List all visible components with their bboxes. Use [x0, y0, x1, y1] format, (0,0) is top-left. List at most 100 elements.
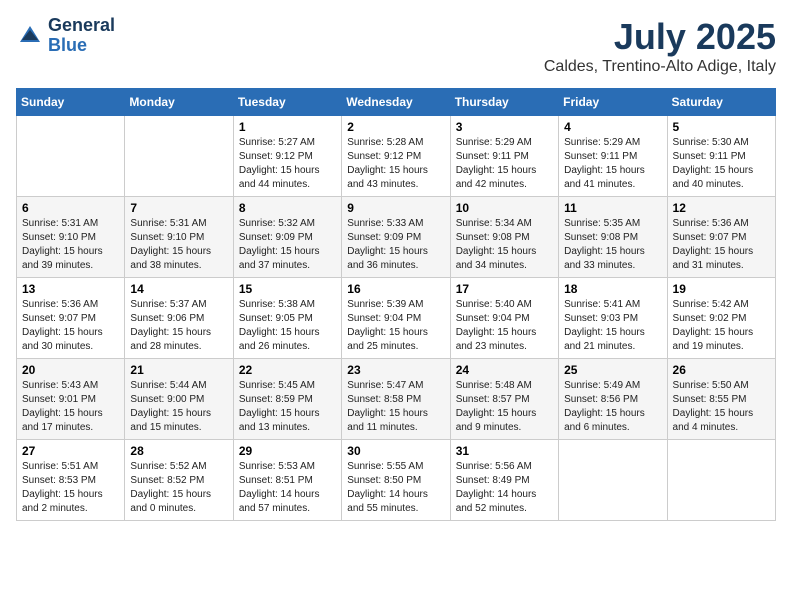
day-cell: 26 Sunrise: 5:50 AM Sunset: 8:55 PM Dayli… — [667, 359, 775, 440]
subtitle: Caldes, Trentino-Alto Adige, Italy — [544, 58, 776, 76]
day-number: 5 — [673, 120, 770, 134]
day-number: 9 — [347, 201, 444, 215]
logo-general: General — [48, 15, 115, 35]
day-info: Sunrise: 5:39 AM Sunset: 9:04 PM Dayligh… — [347, 298, 444, 354]
day-number: 22 — [239, 363, 336, 377]
day-cell: 4Sunrise: 5:29 AM Sunset: 9:11 PM Daylig… — [559, 116, 667, 197]
day-number: 3 — [456, 120, 553, 134]
day-info: Sunrise: 5:37 AM Sunset: 9:06 PM Dayligh… — [130, 298, 227, 354]
day-info: Sunrise: 5:38 AM Sunset: 9:05 PM Dayligh… — [239, 298, 336, 354]
day-info: Sunrise: 5:31 AM Sunset: 9:10 PM Dayligh… — [130, 217, 227, 273]
day-info: Sunrise: 5:31 AM Sunset: 9:10 PM Dayligh… — [22, 217, 119, 273]
day-info: Sunrise: 5:45 AM Sunset: 8:59 PM Dayligh… — [239, 379, 336, 435]
day-info: Sunrise: 5:32 AM Sunset: 9:09 PM Dayligh… — [239, 217, 336, 273]
logo-blue-text: Blue — [48, 35, 87, 55]
week-row-4: 27Sunrise: 5:51 AM Sunset: 8:53 PM Dayli… — [17, 440, 776, 521]
header-wednesday: Wednesday — [342, 89, 450, 116]
day-info: Sunrise: 5:50 AM Sunset: 8:55 PM Dayligh… — [673, 379, 770, 435]
logo-icon — [16, 22, 44, 50]
day-cell: 15 Sunrise: 5:38 AM Sunset: 9:05 PM Dayli… — [233, 278, 341, 359]
logo-text-line1: General — [48, 16, 115, 36]
day-info: Sunrise: 5:30 AM Sunset: 9:11 PM Dayligh… — [673, 136, 770, 192]
day-cell: 23 Sunrise: 5:47 AM Sunset: 8:58 PM Dayli… — [342, 359, 450, 440]
day-number: 28 — [130, 444, 227, 458]
header-saturday: Saturday — [667, 89, 775, 116]
day-number: 15 — [239, 282, 336, 296]
day-cell — [559, 440, 667, 521]
day-cell: 20 Sunrise: 5:43 AM Sunset: 9:01 PM Dayli… — [17, 359, 125, 440]
day-cell: 12Sunrise: 5:36 AM Sunset: 9:07 PM Dayli… — [667, 197, 775, 278]
day-number: 21 — [130, 363, 227, 377]
page-header: General Blue July 2025 Caldes, Trentino-… — [16, 16, 776, 76]
header-friday: Friday — [559, 89, 667, 116]
day-number: 7 — [130, 201, 227, 215]
day-number: 11 — [564, 201, 661, 215]
day-cell: 1Sunrise: 5:27 AM Sunset: 9:12 PM Daylig… — [233, 116, 341, 197]
day-info: Sunrise: 5:52 AM Sunset: 8:52 PM Dayligh… — [130, 460, 227, 516]
day-info: Sunrise: 5:27 AM Sunset: 9:12 PM Dayligh… — [239, 136, 336, 192]
day-number: 20 — [22, 363, 119, 377]
day-number: 26 — [673, 363, 770, 377]
day-info: Sunrise: 5:49 AM Sunset: 8:56 PM Dayligh… — [564, 379, 661, 435]
day-number: 31 — [456, 444, 553, 458]
day-info: Sunrise: 5:36 AM Sunset: 9:07 PM Dayligh… — [673, 217, 770, 273]
day-info: Sunrise: 5:28 AM Sunset: 9:12 PM Dayligh… — [347, 136, 444, 192]
day-info: Sunrise: 5:29 AM Sunset: 9:11 PM Dayligh… — [456, 136, 553, 192]
day-info: Sunrise: 5:53 AM Sunset: 8:51 PM Dayligh… — [239, 460, 336, 516]
day-cell: 2 Sunrise: 5:28 AM Sunset: 9:12 PM Daylig… — [342, 116, 450, 197]
day-cell: 7 Sunrise: 5:31 AM Sunset: 9:10 PM Daylig… — [125, 197, 233, 278]
day-number: 18 — [564, 282, 661, 296]
day-cell: 22 Sunrise: 5:45 AM Sunset: 8:59 PM Dayli… — [233, 359, 341, 440]
day-cell: 19 Sunrise: 5:42 AM Sunset: 9:02 PM Dayli… — [667, 278, 775, 359]
day-info: Sunrise: 5:51 AM Sunset: 8:53 PM Dayligh… — [22, 460, 119, 516]
day-cell: 10Sunrise: 5:34 AM Sunset: 9:08 PM Dayli… — [450, 197, 558, 278]
calendar-header: Sunday Monday Tuesday Wednesday Thursday… — [17, 89, 776, 116]
day-info: Sunrise: 5:43 AM Sunset: 9:01 PM Dayligh… — [22, 379, 119, 435]
day-info: Sunrise: 5:35 AM Sunset: 9:08 PM Dayligh… — [564, 217, 661, 273]
day-info: Sunrise: 5:55 AM Sunset: 8:50 PM Dayligh… — [347, 460, 444, 516]
header-thursday: Thursday — [450, 89, 558, 116]
day-cell: 28 Sunrise: 5:52 AM Sunset: 8:52 PM Dayli… — [125, 440, 233, 521]
day-cell: 13Sunrise: 5:36 AM Sunset: 9:07 PM Dayli… — [17, 278, 125, 359]
day-info: Sunrise: 5:34 AM Sunset: 9:08 PM Dayligh… — [456, 217, 553, 273]
day-info: Sunrise: 5:33 AM Sunset: 9:09 PM Dayligh… — [347, 217, 444, 273]
logo: General Blue — [16, 16, 115, 56]
logo-text-line2: Blue — [48, 36, 115, 56]
day-number: 16 — [347, 282, 444, 296]
day-number: 2 — [347, 120, 444, 134]
day-number: 23 — [347, 363, 444, 377]
header-sunday: Sunday — [17, 89, 125, 116]
day-cell: 9 Sunrise: 5:33 AM Sunset: 9:09 PM Daylig… — [342, 197, 450, 278]
day-number: 8 — [239, 201, 336, 215]
title-block: July 2025 Caldes, Trentino-Alto Adige, I… — [544, 16, 776, 76]
day-info: Sunrise: 5:42 AM Sunset: 9:02 PM Dayligh… — [673, 298, 770, 354]
day-cell: 21 Sunrise: 5:44 AM Sunset: 9:00 PM Dayli… — [125, 359, 233, 440]
day-number: 6 — [22, 201, 119, 215]
day-number: 24 — [456, 363, 553, 377]
day-info: Sunrise: 5:40 AM Sunset: 9:04 PM Dayligh… — [456, 298, 553, 354]
calendar-body: 1Sunrise: 5:27 AM Sunset: 9:12 PM Daylig… — [17, 116, 776, 521]
day-cell: 8 Sunrise: 5:32 AM Sunset: 9:09 PM Daylig… — [233, 197, 341, 278]
day-number: 17 — [456, 282, 553, 296]
day-cell: 25 Sunrise: 5:49 AM Sunset: 8:56 PM Dayli… — [559, 359, 667, 440]
day-cell — [667, 440, 775, 521]
day-number: 19 — [673, 282, 770, 296]
day-info: Sunrise: 5:41 AM Sunset: 9:03 PM Dayligh… — [564, 298, 661, 354]
header-monday: Monday — [125, 89, 233, 116]
week-row-2: 13Sunrise: 5:36 AM Sunset: 9:07 PM Dayli… — [17, 278, 776, 359]
day-info: Sunrise: 5:44 AM Sunset: 9:00 PM Dayligh… — [130, 379, 227, 435]
day-info: Sunrise: 5:29 AM Sunset: 9:11 PM Dayligh… — [564, 136, 661, 192]
day-number: 29 — [239, 444, 336, 458]
day-cell: 24Sunrise: 5:48 AM Sunset: 8:57 PM Dayli… — [450, 359, 558, 440]
day-cell: 5 Sunrise: 5:30 AM Sunset: 9:11 PM Daylig… — [667, 116, 775, 197]
main-title: July 2025 — [544, 16, 776, 58]
day-cell: 29 Sunrise: 5:53 AM Sunset: 8:51 PM Dayli… — [233, 440, 341, 521]
day-number: 25 — [564, 363, 661, 377]
week-row-0: 1Sunrise: 5:27 AM Sunset: 9:12 PM Daylig… — [17, 116, 776, 197]
day-cell: 6 Sunrise: 5:31 AM Sunset: 9:10 PM Daylig… — [17, 197, 125, 278]
day-number: 13 — [22, 282, 119, 296]
day-info: Sunrise: 5:47 AM Sunset: 8:58 PM Dayligh… — [347, 379, 444, 435]
week-row-3: 20 Sunrise: 5:43 AM Sunset: 9:01 PM Dayli… — [17, 359, 776, 440]
day-cell: 17 Sunrise: 5:40 AM Sunset: 9:04 PM Dayli… — [450, 278, 558, 359]
day-cell: 3 Sunrise: 5:29 AM Sunset: 9:11 PM Daylig… — [450, 116, 558, 197]
